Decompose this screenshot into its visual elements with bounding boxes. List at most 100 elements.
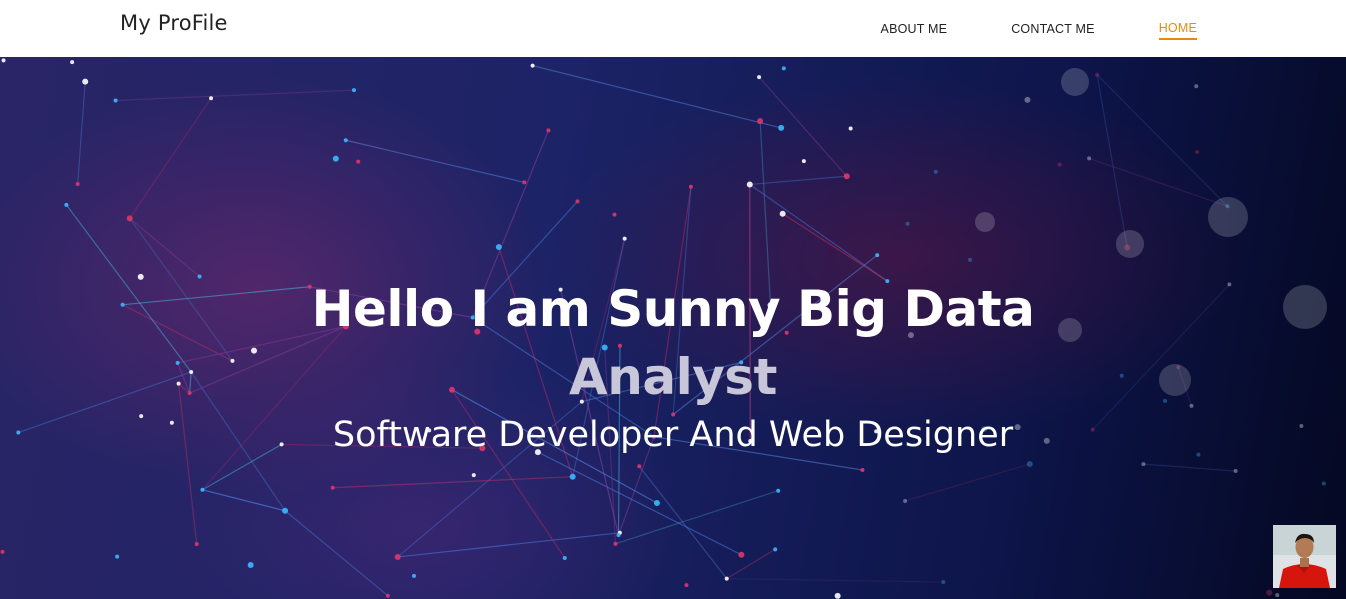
network-node [848,126,853,131]
network-node [616,533,621,538]
network-node [522,180,527,185]
network-node [569,473,576,480]
network-node [530,63,535,68]
network-line [115,89,354,102]
bokeh-light [1116,230,1144,258]
network-line [345,139,525,183]
network-node [126,215,133,222]
network-node [197,274,202,279]
network-line [1088,157,1228,207]
network-node [746,181,753,188]
network-node [64,202,69,207]
bokeh-light [975,212,995,232]
network-node [781,66,786,71]
network-node [834,592,841,599]
network-node [875,253,880,258]
network-line [532,65,782,129]
network-node [843,173,850,180]
network-node [1275,593,1280,598]
network-node [801,159,806,164]
network-line [759,121,772,306]
network-node [562,555,567,560]
network-node [1266,589,1273,596]
nav-contact-me[interactable]: CONTACT ME [1011,18,1094,39]
network-node [209,96,214,101]
network-node [75,181,80,186]
network-node [1087,156,1092,161]
network-node [688,184,693,189]
network-node [622,236,627,241]
network-node [356,159,361,164]
avatar[interactable] [1273,525,1336,588]
network-node [194,542,199,547]
network-line [1143,463,1236,472]
network-node [653,499,660,506]
network-node [1321,481,1326,486]
network-node [613,541,618,546]
network-node [0,549,5,554]
network-node [1,58,6,63]
network-node [773,547,778,552]
network-line [615,490,779,545]
network-node [1233,469,1238,474]
network-node [1095,72,1100,77]
network-node [684,583,689,588]
network-line [726,548,776,580]
hero-headline-line2: Analyst [569,348,777,406]
network-line [332,476,573,489]
network-line [638,465,728,580]
network-node [330,485,335,490]
network-node [471,473,476,478]
network-line [284,510,389,597]
profile-photo-icon [1273,525,1336,588]
network-node [860,467,865,472]
network-line [726,578,944,583]
top-navbar: My ProFile ABOUT ME CONTACT ME HOME [0,0,1346,57]
network-node [757,75,762,80]
network-node [933,169,938,174]
network-line [904,463,1030,502]
network-node [1026,460,1033,467]
network-line [77,81,86,185]
bokeh-light [1061,68,1089,96]
network-node [778,124,785,131]
network-node [247,561,254,568]
nav-home[interactable]: HOME [1158,17,1197,40]
network-line [397,532,620,558]
bokeh-light [1208,197,1248,237]
nav-links: ABOUT ME CONTACT ME HOME [817,0,1197,57]
network-line [129,97,212,219]
hero-headline: Hello I am Sunny Big Data [311,280,1035,338]
network-node [1141,462,1146,467]
network-line [782,213,888,282]
hero-banner: Hello I am Sunny Big Data Analyst Softwa… [0,57,1346,599]
brand-logo[interactable]: My ProFile [120,11,228,35]
network-node [905,221,910,226]
network-node [724,576,729,581]
network-line [749,183,888,282]
network-node [282,507,289,514]
network-node [575,199,580,204]
network-node [1024,96,1031,103]
network-line [178,383,198,545]
network-node [637,464,642,469]
network-line [749,175,847,186]
network-node [115,554,120,559]
network-node [941,580,946,585]
network-node [82,78,89,85]
nav-about-me[interactable]: ABOUT ME [881,18,948,39]
network-node [903,498,908,503]
network-node [738,551,745,558]
network-node [612,212,617,217]
network-node [385,593,390,598]
network-node [779,210,786,217]
network-node [546,128,551,133]
network-node [332,155,339,162]
network-node [200,487,205,492]
network-node [351,88,356,93]
network-node [968,257,973,262]
network-node [343,138,348,143]
network-node [70,60,75,65]
network-node [411,573,416,578]
network-node [757,118,764,125]
